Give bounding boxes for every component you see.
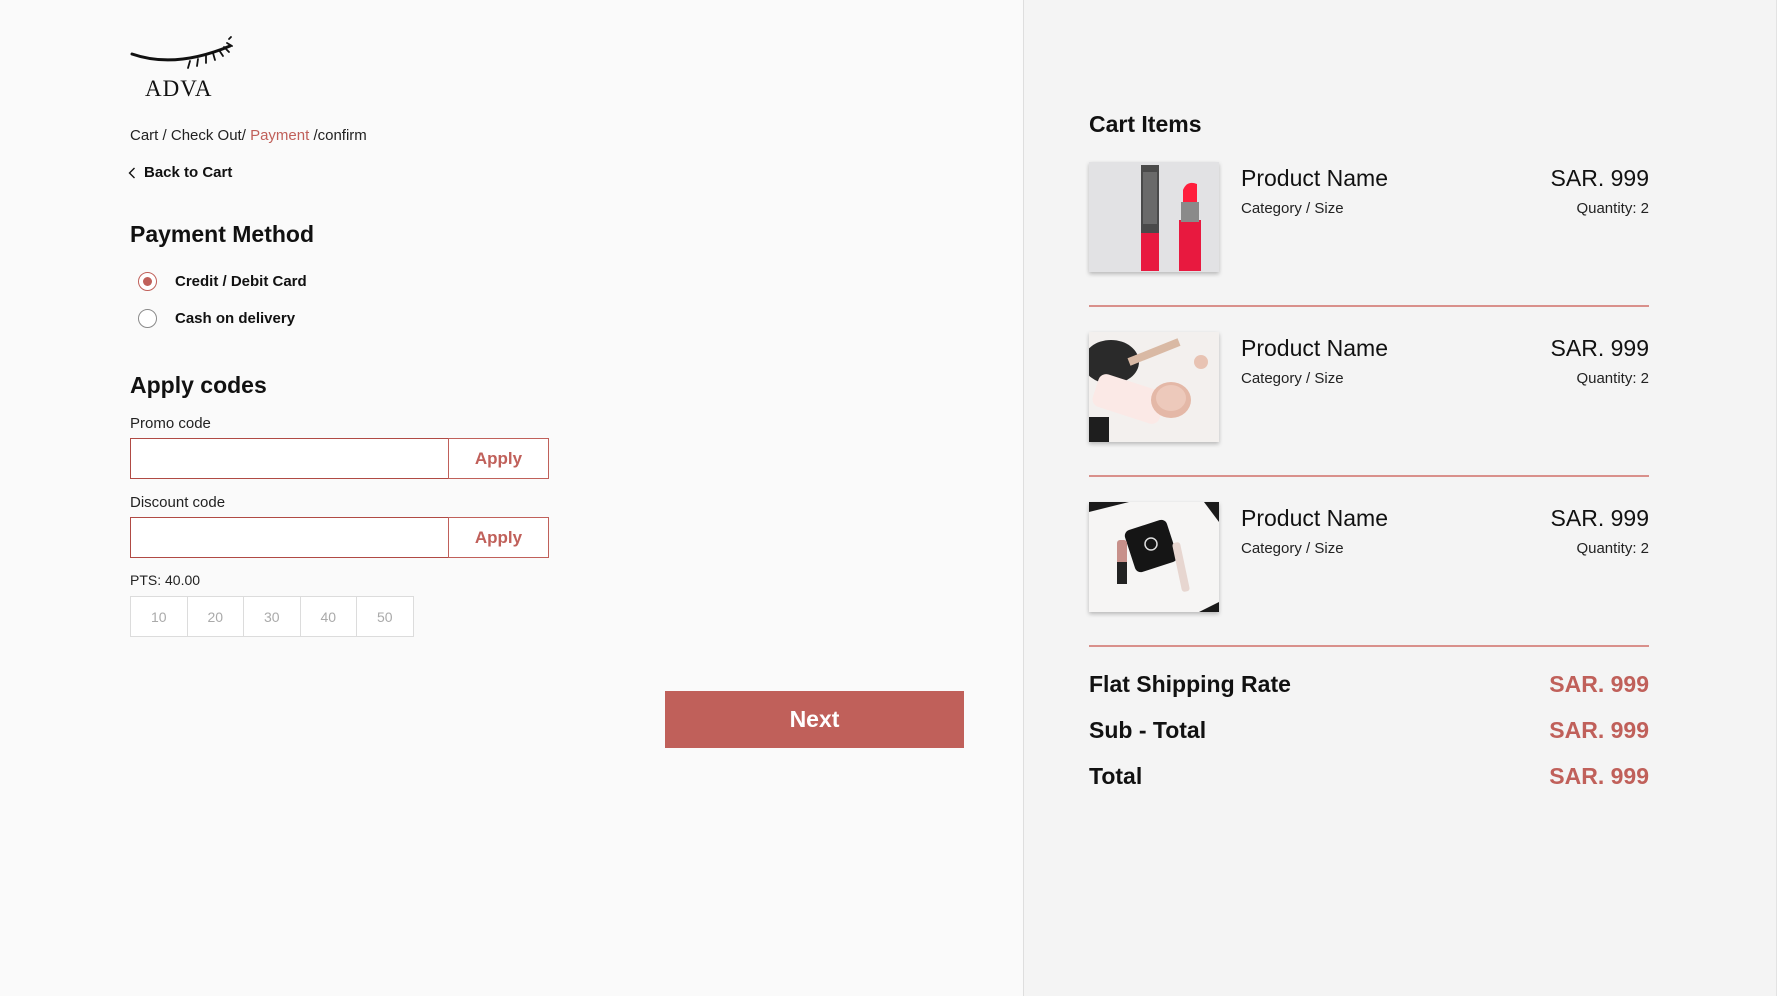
points-chip[interactable]: 10 — [130, 596, 188, 637]
product-quantity: Quantity: 2 — [1576, 370, 1649, 387]
product-price: SAR. 999 — [1550, 335, 1649, 361]
promo-code-group: Apply — [130, 438, 549, 479]
product-image — [1089, 162, 1219, 272]
points-chip[interactable]: 40 — [299, 596, 357, 637]
product-price: SAR. 999 — [1550, 505, 1649, 531]
cart-item: Product Name Category / Size SAR. 999 Qu… — [1089, 162, 1649, 274]
product-name: Product Name — [1241, 165, 1389, 191]
discount-code-input[interactable] — [130, 517, 448, 558]
points-balance: PTS: 40.00 — [130, 572, 201, 588]
product-price: SAR. 999 — [1550, 165, 1649, 191]
checkout-panel: ADVA Cart / Check Out/ Payment /confirm … — [0, 0, 1023, 996]
product-category: Category / Size — [1241, 200, 1344, 217]
item-divider — [1089, 475, 1649, 477]
breadcrumb-confirm[interactable]: confirm — [318, 127, 367, 144]
back-to-cart-link[interactable]: Back to Cart — [128, 164, 232, 181]
subtotal-row: Sub - Total SAR. 999 — [1089, 717, 1649, 744]
breadcrumb-payment[interactable]: Payment — [250, 127, 309, 144]
discount-code-label: Discount code — [130, 494, 226, 511]
item-divider — [1089, 645, 1649, 647]
cart-items-title: Cart Items — [1089, 111, 1202, 137]
product-quantity: Quantity: 2 — [1576, 200, 1649, 217]
shipping-row: Flat Shipping Rate SAR. 999 — [1089, 671, 1649, 698]
eyelash-logo-icon — [130, 36, 233, 69]
points-chip[interactable]: 20 — [186, 596, 244, 637]
item-divider — [1089, 305, 1649, 307]
breadcrumb-cart[interactable]: Cart — [130, 127, 158, 144]
total-value: SAR. 999 — [1549, 763, 1649, 789]
brand-logo[interactable]: ADVA — [130, 34, 240, 104]
total-label: Total — [1089, 763, 1143, 789]
shipping-label: Flat Shipping Rate — [1089, 671, 1291, 697]
radio-selected-icon[interactable] — [138, 272, 157, 291]
subtotal-label: Sub - Total — [1089, 717, 1207, 743]
breadcrumb-checkout[interactable]: Check Out — [171, 127, 242, 144]
product-image — [1089, 502, 1219, 612]
cart-summary-panel: Cart Items Product Name Category / Size … — [1023, 0, 1777, 996]
product-category: Category / Size — [1241, 540, 1344, 557]
breadcrumb-separator: / — [241, 127, 251, 144]
promo-code-input[interactable] — [130, 438, 448, 479]
breadcrumb-separator: / — [309, 127, 318, 144]
breadcrumb: Cart / Check Out/ Payment /confirm — [130, 127, 367, 144]
apply-codes-title: Apply codes — [130, 372, 267, 398]
points-chip[interactable]: 30 — [243, 596, 301, 637]
breadcrumb-separator: / — [158, 127, 171, 144]
payment-option-cod[interactable]: Cash on delivery — [138, 309, 295, 328]
brand-name: ADVA — [145, 76, 213, 101]
shipping-value: SAR. 999 — [1549, 671, 1649, 697]
points-chip[interactable]: 50 — [356, 596, 414, 637]
promo-code-label: Promo code — [130, 415, 211, 432]
promo-apply-button[interactable]: Apply — [448, 438, 549, 479]
product-name: Product Name — [1241, 505, 1389, 531]
product-category: Category / Size — [1241, 370, 1344, 387]
back-to-cart-label: Back to Cart — [144, 164, 233, 181]
payment-option-label: Cash on delivery — [175, 310, 296, 327]
payment-option-label: Credit / Debit Card — [175, 273, 307, 290]
points-selector: 10 20 30 40 50 — [130, 596, 414, 637]
payment-method-title: Payment Method — [130, 221, 315, 247]
product-image — [1089, 332, 1219, 442]
next-button[interactable]: Next — [665, 691, 964, 748]
radio-unselected-icon[interactable] — [138, 309, 157, 328]
total-row: Total SAR. 999 — [1089, 763, 1649, 790]
product-name: Product Name — [1241, 335, 1389, 361]
product-quantity: Quantity: 2 — [1576, 540, 1649, 557]
discount-apply-button[interactable]: Apply — [448, 517, 549, 558]
cart-item: Product Name Category / Size SAR. 999 Qu… — [1089, 502, 1649, 614]
subtotal-value: SAR. 999 — [1549, 717, 1649, 743]
chevron-left-icon — [128, 167, 135, 178]
cart-item: Product Name Category / Size SAR. 999 Qu… — [1089, 332, 1649, 444]
payment-option-card[interactable]: Credit / Debit Card — [138, 272, 307, 291]
discount-code-group: Apply — [130, 517, 549, 558]
